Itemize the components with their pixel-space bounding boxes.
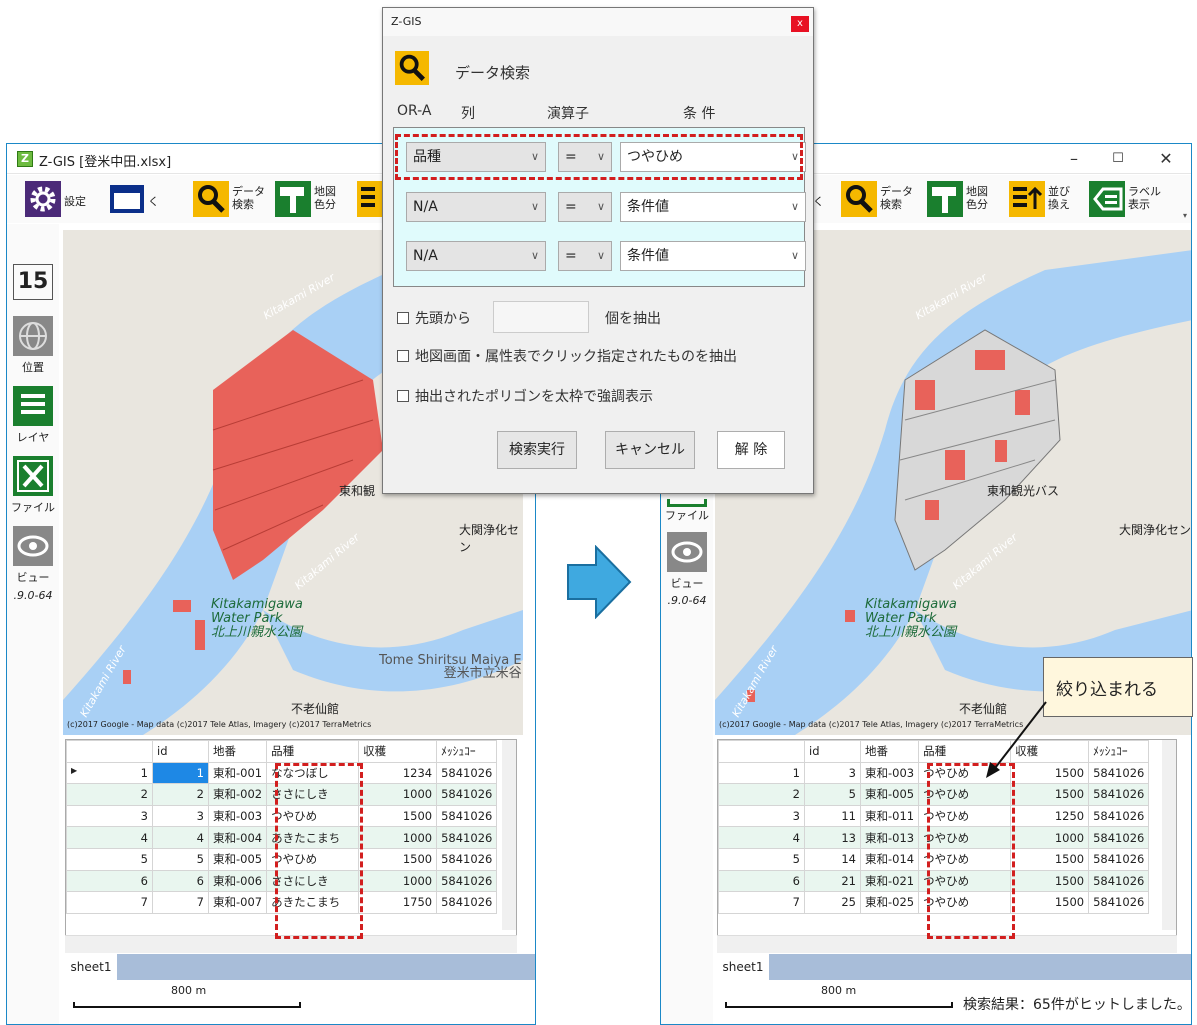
vertical-scrollbar[interactable] bbox=[1162, 740, 1176, 930]
operator-select-3[interactable]: = ∨ bbox=[558, 241, 612, 271]
cancel-button[interactable]: キャンセル bbox=[605, 431, 695, 469]
eye-icon bbox=[13, 526, 53, 566]
folder-icon bbox=[110, 185, 144, 213]
zoom-level[interactable]: 15 bbox=[7, 264, 59, 300]
option-first-n[interactable]: 先頭から bbox=[397, 308, 471, 328]
gear-icon bbox=[25, 181, 61, 217]
side-panel: 15 位置 レイヤ ファイル ビュー .9.0-64 bbox=[7, 224, 59, 1024]
option-highlight-border[interactable]: 抽出されたポリゴンを太枠で強調表示 bbox=[397, 386, 653, 406]
data-search-button[interactable]: データ 検索 bbox=[193, 181, 273, 217]
option-click-selected[interactable]: 地図画面・属性表でクリック指定されたものを抽出 bbox=[397, 346, 737, 366]
file-button[interactable]: ファイル bbox=[661, 499, 713, 523]
vertical-scrollbar[interactable] bbox=[502, 740, 516, 930]
school-label: Tome Shiritsu Maiya E 登米市立米谷 bbox=[379, 653, 522, 681]
callout-arrow-icon bbox=[986, 701, 1047, 778]
condition-select-3[interactable]: 条件値 ∨ bbox=[620, 241, 806, 271]
version-label: .9.0-64 bbox=[667, 594, 707, 607]
app-icon: Z bbox=[17, 151, 33, 167]
column-select-3[interactable]: N/A ∨ bbox=[406, 241, 546, 271]
layers-icon bbox=[13, 386, 53, 426]
map-copyright: (c)2017 Google - Map data (c)2017 Tele A… bbox=[719, 720, 1024, 729]
sheet-tabs: sheet1 bbox=[65, 954, 535, 980]
column-header[interactable]: ﾒｯｼｭｺｰ bbox=[1088, 740, 1150, 763]
highlight-box bbox=[275, 763, 363, 939]
version-label: .9.0-64 bbox=[13, 589, 53, 602]
sheet-tab[interactable]: sheet1 bbox=[65, 954, 117, 980]
paint-roller-icon bbox=[275, 181, 311, 217]
position-button[interactable]: 位置 bbox=[7, 316, 59, 375]
column-header[interactable]: ﾒｯｼｭｺｰ bbox=[436, 740, 498, 763]
sheet-tab[interactable]: sheet1 bbox=[717, 954, 769, 980]
header-column: 列 bbox=[461, 106, 475, 122]
search-dialog: Z-GIS x データ検索 OR-A 列 演算子 条 件 品種 ∨ = ∨ つやひめ… bbox=[382, 7, 814, 494]
shop-label: 不老仙館 bbox=[291, 702, 340, 716]
overflow-icon[interactable]: ▾ bbox=[1183, 211, 1187, 220]
maximize-button[interactable]: ☐ bbox=[1103, 149, 1133, 169]
view-button[interactable]: ビュー bbox=[661, 532, 713, 591]
arrow-right-icon bbox=[567, 545, 632, 619]
dialog-heading: データ検索 bbox=[455, 64, 531, 82]
dialog-close-button[interactable]: x bbox=[791, 16, 809, 32]
minimize-button[interactable]: – bbox=[1059, 149, 1089, 169]
checkbox[interactable] bbox=[397, 350, 409, 362]
excel-icon bbox=[13, 456, 53, 496]
sheet-tabs: sheet1 bbox=[717, 954, 1191, 980]
header-ora: OR-A bbox=[397, 103, 432, 119]
scale-bar: 800 m bbox=[65, 980, 535, 1024]
park-label: Kitakamigawa Water Park 北上川親水公園 bbox=[211, 597, 303, 640]
run-search-button[interactable]: 検索実行 bbox=[497, 431, 577, 469]
center-label: 大関浄化セン bbox=[1119, 523, 1192, 537]
search-icon bbox=[193, 181, 229, 217]
data-search-button[interactable]: データ 検索 bbox=[841, 181, 921, 217]
checkbox[interactable] bbox=[397, 312, 409, 324]
park-label: Kitakamigawa Water Park 北上川親水公園 bbox=[865, 597, 957, 640]
column-header[interactable]: 地番 bbox=[207, 740, 268, 763]
column-header[interactable]: id bbox=[804, 740, 861, 763]
sort-button-partial[interactable] bbox=[357, 181, 393, 217]
header-operator: 演算子 bbox=[547, 106, 589, 122]
bus-label: 東和観 bbox=[339, 484, 376, 498]
label-display-button[interactable]: ラベル 表示 bbox=[1089, 181, 1169, 217]
search-icon bbox=[395, 51, 429, 85]
label-icon bbox=[1089, 181, 1125, 217]
bus-label: 東和観光バス bbox=[987, 484, 1060, 498]
view-button[interactable]: ビュー bbox=[7, 526, 59, 585]
eye-icon bbox=[667, 532, 707, 572]
sort-button[interactable]: 並び 換え bbox=[1009, 181, 1089, 217]
file-button[interactable]: ファイル bbox=[7, 456, 59, 515]
column-select-2[interactable]: N/A ∨ bbox=[406, 192, 546, 222]
column-header[interactable]: 収穫 bbox=[358, 740, 438, 763]
layer-button[interactable]: レイヤ bbox=[7, 386, 59, 445]
header-condition: 条 件 bbox=[683, 106, 716, 122]
globe-icon bbox=[13, 316, 53, 356]
window-title: Z-GIS [登米中田.xlsx] bbox=[39, 155, 172, 170]
map-color-button[interactable]: 地図 色分 bbox=[927, 181, 1007, 217]
paint-roller-icon bbox=[927, 181, 963, 217]
highlight-box bbox=[927, 763, 1015, 939]
close-button[interactable]: ✕ bbox=[1151, 149, 1181, 169]
scale-bar: 800 m 検索結果：65件がヒットしました。 bbox=[717, 980, 1191, 1024]
map-copyright: (c)2017 Google - Map data (c)2017 Tele A… bbox=[67, 720, 372, 729]
center-label: 大関浄化セン bbox=[459, 523, 520, 554]
checkbox[interactable] bbox=[397, 390, 409, 402]
condition-select-2[interactable]: 条件値 ∨ bbox=[620, 192, 806, 222]
column-header[interactable]: id bbox=[152, 740, 209, 763]
search-result-status: 検索結果：65件がヒットしました。 bbox=[963, 997, 1191, 1013]
dialog-title-bar: Z-GIS x bbox=[383, 8, 813, 36]
highlight-box bbox=[395, 134, 803, 180]
search-icon bbox=[841, 181, 877, 217]
map-color-button[interactable]: 地図 色分 bbox=[275, 181, 355, 217]
settings-button[interactable]: 設定 bbox=[25, 181, 105, 217]
clear-button[interactable]: 解 除 bbox=[717, 431, 785, 469]
column-header[interactable]: 地番 bbox=[859, 740, 920, 763]
open-button[interactable]: く bbox=[109, 181, 181, 217]
operator-select-2[interactable]: = ∨ bbox=[558, 192, 612, 222]
sort-icon bbox=[1009, 181, 1045, 217]
column-header[interactable]: 品種 bbox=[266, 740, 360, 763]
open-button[interactable]: く bbox=[813, 181, 833, 217]
count-input[interactable] bbox=[493, 301, 589, 333]
callout-note: 絞り込まれる bbox=[1043, 657, 1193, 717]
